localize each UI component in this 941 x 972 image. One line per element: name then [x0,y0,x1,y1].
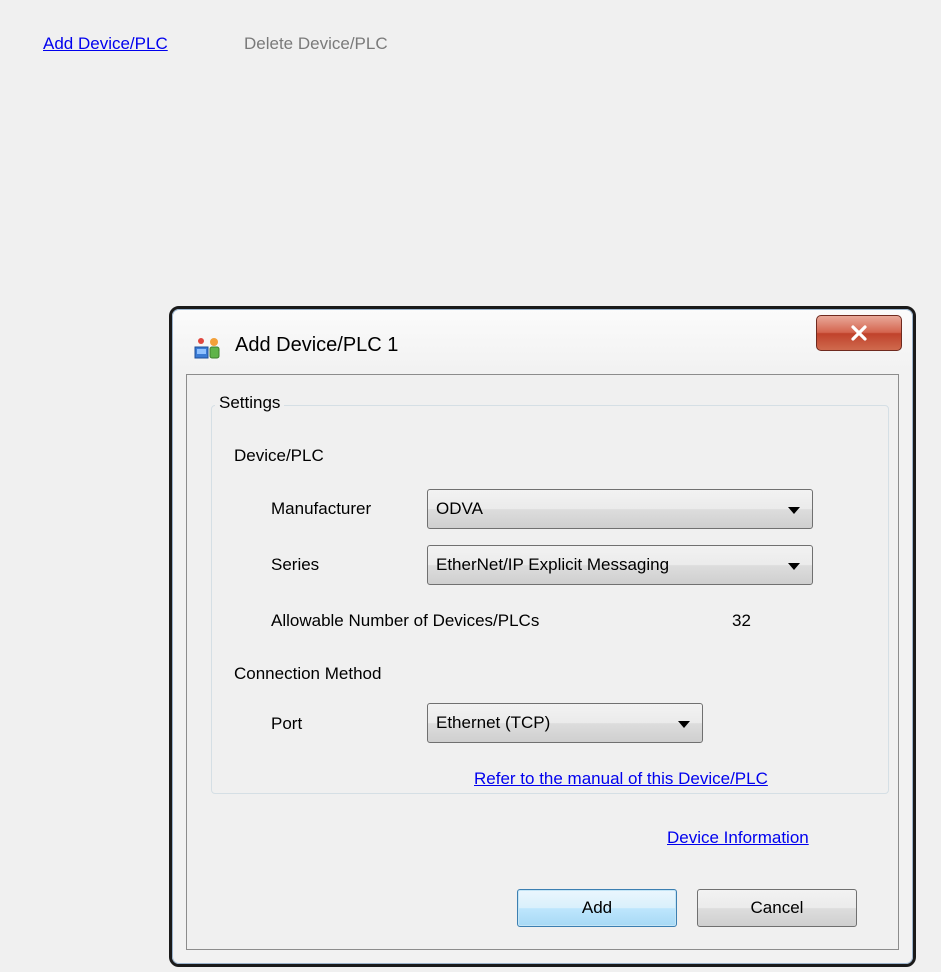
chevron-down-icon [788,507,800,514]
close-icon [851,325,867,341]
dialog-frame: Add Device/PLC 1 Settings Device/PLC Man… [172,309,913,964]
dialog-title: Add Device/PLC 1 [235,334,399,356]
port-value: Ethernet (TCP) [436,713,551,732]
connection-method-section-label: Connection Method [234,664,382,683]
manufacturer-label: Manufacturer [271,499,372,518]
series-label: Series [271,555,320,574]
cancel-button[interactable]: Cancel [697,889,857,927]
series-value: EtherNet/IP Explicit Messaging [436,555,670,574]
device-manual-link[interactable]: Refer to the manual of this Device/PLC [474,769,768,789]
port-select[interactable]: Ethernet (TCP) [427,703,703,743]
chevron-down-icon [678,721,690,728]
add-device-dialog: Add Device/PLC 1 Settings Device/PLC Man… [169,306,916,967]
device-information-link[interactable]: Device Information [667,828,809,848]
device-plc-icon [194,338,220,359]
allowable-devices-value: 32 [732,611,751,630]
add-button[interactable]: Add [517,889,677,927]
allowable-devices-label: Allowable Number of Devices/PLCs [271,611,540,630]
manufacturer-value: ODVA [436,499,483,518]
add-device-plc-link[interactable]: Add Device/PLC [43,34,168,54]
delete-device-plc-link: Delete Device/PLC [244,34,388,53]
port-label: Port [271,714,303,733]
chevron-down-icon [788,563,800,570]
dialog-client-area: Settings Device/PLC Manufacturer ODVA Se… [186,374,899,950]
settings-legend: Settings [215,393,285,413]
close-button[interactable] [816,315,902,351]
device-plc-section-label: Device/PLC [234,446,324,465]
series-select[interactable]: EtherNet/IP Explicit Messaging [427,545,813,585]
manufacturer-select[interactable]: ODVA [427,489,813,529]
